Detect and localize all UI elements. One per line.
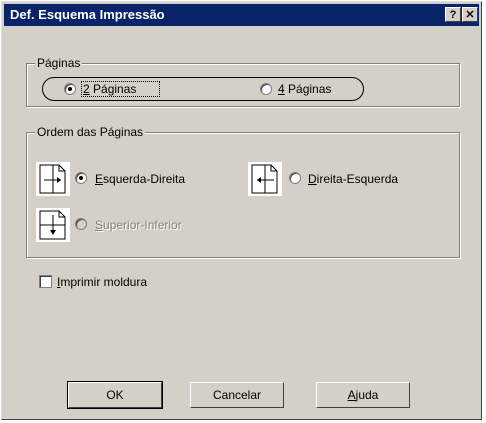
label-direita-esquerda[interactable]: Direita-Esquerda	[308, 172, 398, 186]
radio-superior-inferior	[75, 218, 87, 230]
radio-direita-esquerda[interactable]	[289, 172, 301, 184]
radio-selected-dot	[68, 87, 72, 91]
close-button[interactable]: ✕	[462, 7, 478, 22]
ordem-group: Ordem das Páginas	[26, 125, 460, 258]
radio-selected-dot	[79, 176, 83, 180]
help-dialog-button[interactable]: Ajuda	[316, 382, 410, 408]
radio-2-paginas[interactable]	[64, 83, 76, 95]
paginas-legend: Páginas	[35, 56, 83, 70]
print-layout-dialog: Def. Esquema Impressão ? ✕ Páginas 2 Pág…	[1, 1, 482, 420]
top-to-bottom-arrow-icon	[36, 208, 70, 242]
cancel-button[interactable]: Cancelar	[190, 382, 284, 408]
imprimir-moldura-checkbox[interactable]	[39, 275, 52, 288]
ok-button[interactable]: OK	[67, 381, 163, 409]
radio-4-paginas[interactable]	[260, 83, 272, 95]
help-button[interactable]: ?	[445, 7, 461, 22]
title-bar[interactable]: Def. Esquema Impressão ? ✕	[4, 4, 479, 26]
window-title: Def. Esquema Impressão	[10, 7, 165, 22]
right-to-left-arrow-icon	[248, 162, 282, 196]
ordem-legend: Ordem das Páginas	[35, 125, 146, 139]
label-esquerda-direita[interactable]: Esquerda-Direita	[95, 172, 185, 186]
radio-esquerda-direita[interactable]	[75, 172, 87, 184]
label-2-paginas[interactable]: 2 Páginas	[83, 82, 136, 96]
label-superior-inferior: Superior-Inferior	[95, 218, 182, 232]
left-to-right-arrow-icon	[36, 162, 70, 196]
label-imprimir-moldura[interactable]: Imprimir moldura	[57, 275, 147, 289]
label-4-paginas[interactable]: 4 Páginas	[278, 82, 331, 96]
